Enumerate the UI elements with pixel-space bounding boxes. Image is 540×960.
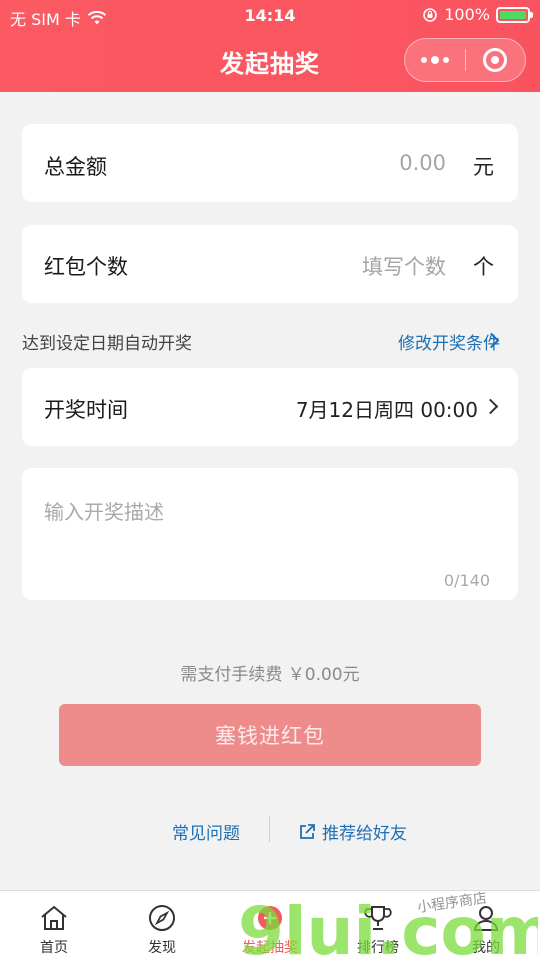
share-link[interactable]: 推荐给好友 [298, 819, 407, 844]
battery-percent: 100% [444, 5, 490, 24]
draw-time-card[interactable]: 开奖时间 7月12日周四 00:00 [22, 368, 518, 446]
orientation-lock-icon [423, 7, 438, 22]
tab-discover[interactable]: 发现 [108, 891, 216, 960]
trophy-icon [364, 906, 392, 930]
mini-program-capsule [404, 38, 526, 82]
count-label: 红包个数 [44, 255, 128, 279]
tab-leaderboard[interactable]: 排行榜 [324, 891, 432, 960]
description-textarea[interactable]: 输入开奖描述 0/140 [22, 468, 518, 600]
amount-card[interactable]: 总金额 0.00 元 [22, 124, 518, 202]
footer-links: 常见问题 推荐给好友 [0, 816, 540, 844]
close-mini-program-button[interactable] [466, 39, 526, 81]
link-divider [269, 816, 270, 842]
count-input[interactable]: 填写个数 [362, 251, 446, 281]
tab-bar: 首页 发现 发起抽奖 排行榜 我的 [0, 890, 540, 960]
amount-label: 总金额 [44, 155, 107, 179]
service-fee-text: 需支付手续费 ￥0.00元 [180, 665, 360, 685]
submit-red-packet-button[interactable]: 塞钱进红包 [59, 704, 481, 766]
plus-circle-icon [258, 906, 282, 930]
header-bar: 无 SIM 卡 14:14 100% 发起抽奖 [0, 0, 540, 92]
share-link-label: 推荐给好友 [322, 824, 407, 844]
description-placeholder: 输入开奖描述 [44, 500, 164, 524]
amount-input[interactable]: 0.00 [399, 151, 446, 175]
draw-time-label: 开奖时间 [44, 398, 128, 422]
tab-label: 我的 [472, 940, 500, 956]
tab-label: 发起抽奖 [242, 940, 298, 956]
tab-home[interactable]: 首页 [0, 891, 108, 960]
draw-time-value[interactable]: 7月12日周四 00:00 [296, 394, 478, 423]
target-close-icon [483, 48, 508, 72]
character-counter: 0/140 [443, 571, 490, 590]
more-button[interactable] [405, 39, 465, 81]
tab-mine[interactable]: 我的 [432, 891, 540, 960]
compass-icon [149, 905, 175, 931]
amount-unit: 元 [473, 155, 494, 179]
status-bar: 无 SIM 卡 14:14 100% [0, 0, 540, 32]
draw-condition-hint: 达到设定日期自动开奖 [22, 334, 192, 354]
tab-start-lottery[interactable]: 发起抽奖 [216, 891, 324, 960]
user-icon [473, 906, 499, 931]
share-external-icon [300, 823, 315, 839]
count-unit: 个 [473, 255, 494, 279]
more-dots-icon [420, 56, 449, 64]
tab-label: 发现 [148, 940, 176, 956]
battery-icon [496, 6, 533, 23]
chevron-right-icon [482, 398, 499, 415]
faq-link[interactable]: 常见问题 [172, 819, 240, 844]
count-card[interactable]: 红包个数 填写个数 个 [22, 225, 518, 303]
tab-label: 首页 [40, 940, 68, 956]
tab-label: 排行榜 [357, 940, 399, 956]
home-icon [41, 905, 67, 930]
